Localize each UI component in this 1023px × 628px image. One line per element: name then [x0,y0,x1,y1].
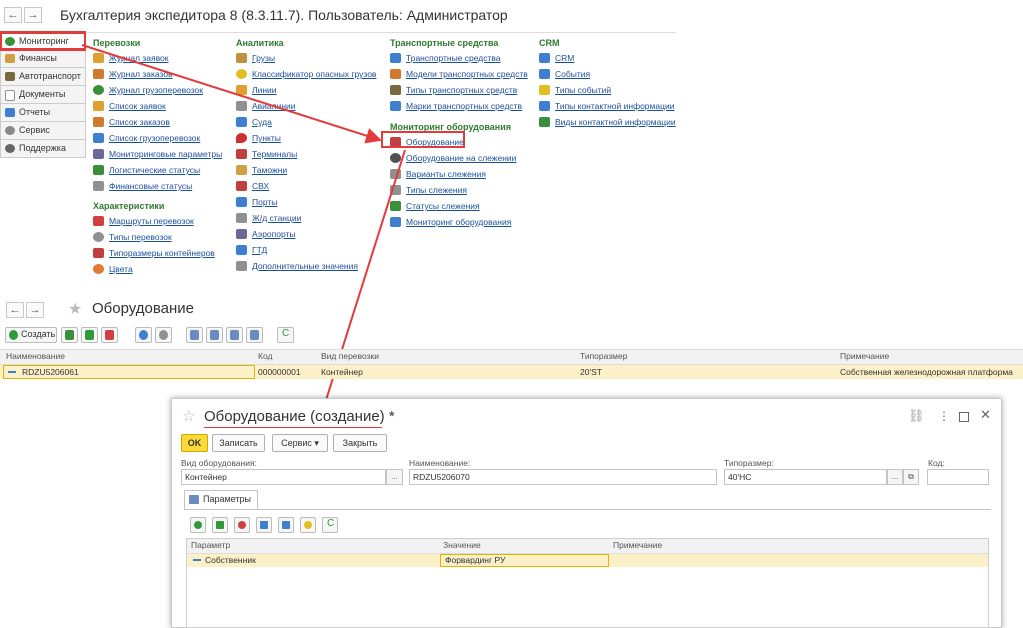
size-select-button[interactable]: ... [887,469,903,485]
delete-row-button[interactable] [234,517,250,533]
code-field[interactable] [927,469,989,485]
search-cancel-icon [159,330,168,340]
move-up-button[interactable] [256,517,272,533]
search-icon [139,330,148,340]
link-icon[interactable]: ⛓ [908,408,925,424]
delete-icon [238,521,246,529]
tab-parameters[interactable]: Параметры [184,490,258,509]
list-settings-button[interactable] [186,327,203,343]
edit-row-button[interactable] [212,517,228,533]
star-icon [304,521,312,529]
table-row[interactable]: Собственник Форвардинг РУ [187,554,988,567]
close-button[interactable]: Закрыть [333,434,387,452]
name-field[interactable]: RDZU5206070 [409,469,717,485]
refresh-button[interactable]: C [277,327,294,343]
size-label: Типоразмер: [724,458,774,468]
name-label: Наименование: [409,458,471,468]
report-button[interactable] [206,327,223,343]
delete-icon [105,330,114,340]
document-icon [230,330,239,340]
parameters-table-header: Параметр Значение Примечание [187,539,988,554]
size-field[interactable]: 40'HC [724,469,887,485]
save-button[interactable]: Записать [212,434,265,452]
kind-field[interactable]: Контейнер [181,469,386,485]
favorite-row-button[interactable] [300,517,316,533]
parameters-table: Параметр Значение Примечание Собственник… [186,538,989,628]
list-icon [189,495,199,504]
pencil-icon [85,330,94,340]
arrow-up-icon [260,521,268,529]
copy-icon [65,330,74,340]
list-back-button[interactable]: ← [6,302,24,318]
search-button[interactable] [135,327,152,343]
create-button[interactable]: Создать [5,327,57,343]
list-table-header: Наименование Код Вид перевозки Типоразме… [0,349,1023,365]
refresh-rows-button[interactable]: C [322,517,338,533]
kind-select-button[interactable]: ... [386,469,403,485]
add-row-button[interactable] [190,517,206,533]
maximize-icon[interactable] [959,412,969,422]
search-clear-button[interactable] [155,327,172,343]
tab-divider [184,509,991,510]
close-icon[interactable]: ✕ [980,407,991,423]
equipment-list-header: ← → ★ Оборудование Создать C [0,296,1023,346]
print-icon [250,330,259,340]
delete-button[interactable] [101,327,118,343]
list-icon [190,330,199,340]
more-menu-icon[interactable]: ⋮ [938,409,950,423]
plus-icon [9,330,18,340]
title-underline [204,427,382,428]
dialog-title: Оборудование (создание) * [204,408,395,425]
code-label: Код: [928,458,945,468]
equipment-create-dialog: ☆ Оборудование (создание) * ⛓ ⋮ ✕ OK Зап… [171,398,1002,628]
move-down-button[interactable] [278,517,294,533]
pencil-icon [216,521,224,529]
print-button[interactable] [246,327,263,343]
favorite-star-icon[interactable]: ☆ [182,407,195,425]
list-forward-button[interactable]: → [26,302,44,318]
size-open-button[interactable]: ⧉ [903,469,919,485]
service-menu-button[interactable]: Сервис ▾ [272,434,328,452]
ok-button[interactable]: OK [181,434,208,452]
table-row[interactable]: RDZU5206061 000000001 Контейнер 20'ST Со… [0,365,1023,379]
edit-button[interactable] [81,327,98,343]
item-marker-icon [193,559,201,561]
plus-icon [194,521,202,529]
page-title: Оборудование [92,300,195,317]
refresh-icon: C [282,328,290,339]
favorite-star-icon[interactable]: ★ [68,299,82,319]
document-button[interactable] [226,327,243,343]
kind-label: Вид оборудования: [181,458,257,468]
report-icon [210,330,219,340]
copy-button[interactable] [61,327,78,343]
arrow-down-icon [282,521,290,529]
refresh-icon: C [327,518,335,529]
arrow-sidebar-to-equipment [81,44,382,144]
